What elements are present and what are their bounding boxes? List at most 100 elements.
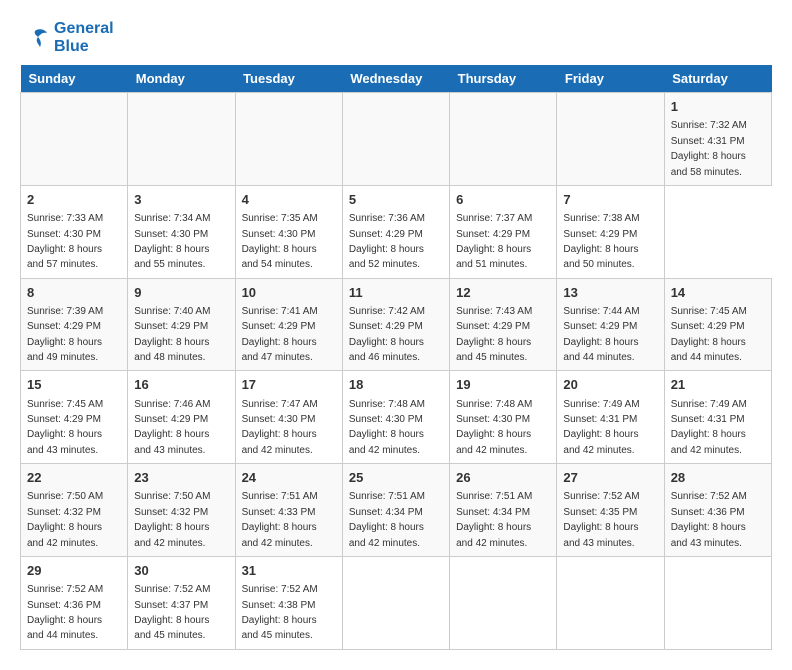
sunrise-info: Sunrise: 7:51 AM	[456, 491, 532, 502]
sunrise-info: Sunrise: 7:34 AM	[134, 213, 210, 224]
calendar-day-cell: 15Sunrise: 7:45 AMSunset: 4:29 PMDayligh…	[21, 371, 128, 464]
sunrise-info: Sunrise: 7:49 AM	[563, 399, 639, 410]
daylight-info: Daylight: 8 hours and 50 minutes.	[563, 244, 638, 270]
day-number: 12	[456, 284, 550, 302]
day-number: 1	[671, 98, 765, 116]
sunrise-info: Sunrise: 7:50 AM	[27, 491, 103, 502]
calendar-day-cell: 6Sunrise: 7:37 AMSunset: 4:29 PMDaylight…	[450, 185, 557, 278]
day-number: 5	[349, 191, 443, 209]
daylight-info: Daylight: 8 hours and 45 minutes.	[456, 337, 531, 363]
calendar-day-cell: 31Sunrise: 7:52 AMSunset: 4:38 PMDayligh…	[235, 556, 342, 649]
daylight-info: Daylight: 8 hours and 42 minutes.	[349, 522, 424, 548]
day-number: 3	[134, 191, 228, 209]
daylight-info: Daylight: 8 hours and 44 minutes.	[27, 615, 102, 641]
daylight-info: Daylight: 8 hours and 49 minutes.	[27, 337, 102, 363]
calendar-day-cell	[557, 556, 664, 649]
sunrise-info: Sunrise: 7:33 AM	[27, 213, 103, 224]
daylight-info: Daylight: 8 hours and 43 minutes.	[563, 522, 638, 548]
sunrise-info: Sunrise: 7:52 AM	[563, 491, 639, 502]
sunset-info: Sunset: 4:29 PM	[671, 321, 745, 332]
calendar-day-cell: 13Sunrise: 7:44 AMSunset: 4:29 PMDayligh…	[557, 278, 664, 371]
calendar-day-cell: 26Sunrise: 7:51 AMSunset: 4:34 PMDayligh…	[450, 464, 557, 557]
day-number: 14	[671, 284, 765, 302]
daylight-info: Daylight: 8 hours and 46 minutes.	[349, 337, 424, 363]
sunset-info: Sunset: 4:29 PM	[456, 321, 530, 332]
sunrise-info: Sunrise: 7:37 AM	[456, 213, 532, 224]
day-number: 20	[563, 376, 657, 394]
day-of-week-header: Friday	[557, 65, 664, 93]
sunset-info: Sunset: 4:29 PM	[563, 321, 637, 332]
sunset-info: Sunset: 4:31 PM	[671, 136, 745, 147]
daylight-info: Daylight: 8 hours and 58 minutes.	[671, 151, 746, 177]
sunset-info: Sunset: 4:29 PM	[242, 321, 316, 332]
day-number: 21	[671, 376, 765, 394]
sunset-info: Sunset: 4:34 PM	[349, 507, 423, 518]
sunrise-info: Sunrise: 7:52 AM	[27, 584, 103, 595]
sunrise-info: Sunrise: 7:43 AM	[456, 306, 532, 317]
day-number: 13	[563, 284, 657, 302]
logo-bird-icon	[20, 23, 50, 53]
day-of-week-header: Saturday	[664, 65, 771, 93]
daylight-info: Daylight: 8 hours and 42 minutes.	[242, 522, 317, 548]
sunrise-info: Sunrise: 7:46 AM	[134, 399, 210, 410]
sunset-info: Sunset: 4:35 PM	[563, 507, 637, 518]
sunset-info: Sunset: 4:29 PM	[27, 414, 101, 425]
sunrise-info: Sunrise: 7:32 AM	[671, 120, 747, 131]
calendar-day-cell: 30Sunrise: 7:52 AMSunset: 4:37 PMDayligh…	[128, 556, 235, 649]
calendar-day-cell: 25Sunrise: 7:51 AMSunset: 4:34 PMDayligh…	[342, 464, 449, 557]
sunset-info: Sunset: 4:32 PM	[134, 507, 208, 518]
logo-text-general: General	[54, 20, 114, 38]
calendar-day-cell: 3Sunrise: 7:34 AMSunset: 4:30 PMDaylight…	[128, 185, 235, 278]
day-number: 10	[242, 284, 336, 302]
calendar-day-cell: 7Sunrise: 7:38 AMSunset: 4:29 PMDaylight…	[557, 185, 664, 278]
daylight-info: Daylight: 8 hours and 48 minutes.	[134, 337, 209, 363]
empty-cell	[235, 93, 342, 186]
day-number: 26	[456, 469, 550, 487]
day-number: 29	[27, 562, 121, 580]
sunrise-info: Sunrise: 7:45 AM	[27, 399, 103, 410]
sunset-info: Sunset: 4:30 PM	[456, 414, 530, 425]
day-number: 2	[27, 191, 121, 209]
sunset-info: Sunset: 4:30 PM	[27, 229, 101, 240]
calendar-day-cell: 28Sunrise: 7:52 AMSunset: 4:36 PMDayligh…	[664, 464, 771, 557]
day-number: 9	[134, 284, 228, 302]
sunset-info: Sunset: 4:29 PM	[349, 229, 423, 240]
logo: General Blue	[20, 20, 114, 55]
daylight-info: Daylight: 8 hours and 42 minutes.	[242, 429, 317, 455]
calendar-day-cell: 21Sunrise: 7:49 AMSunset: 4:31 PMDayligh…	[664, 371, 771, 464]
sunset-info: Sunset: 4:29 PM	[563, 229, 637, 240]
day-number: 31	[242, 562, 336, 580]
calendar-day-cell: 10Sunrise: 7:41 AMSunset: 4:29 PMDayligh…	[235, 278, 342, 371]
calendar-week-row: 1 Sunrise: 7:32 AM Sunset: 4:31 PM Daylight…	[21, 93, 772, 186]
calendar-day-cell: 12 Sunrise: 7:43 AM Sunset: 4:29 PM Dayligh…	[450, 278, 557, 371]
empty-cell	[557, 93, 664, 186]
day-number: 22	[27, 469, 121, 487]
calendar-table: SundayMondayTuesdayWednesdayThursdayFrid…	[20, 65, 772, 650]
sunrise-info: Sunrise: 7:47 AM	[242, 399, 318, 410]
daylight-info: Daylight: 8 hours and 43 minutes.	[27, 429, 102, 455]
daylight-info: Daylight: 8 hours and 52 minutes.	[349, 244, 424, 270]
sunset-info: Sunset: 4:29 PM	[134, 414, 208, 425]
daylight-info: Daylight: 8 hours and 43 minutes.	[671, 522, 746, 548]
sunset-info: Sunset: 4:30 PM	[242, 229, 316, 240]
empty-cell	[342, 93, 449, 186]
sunset-info: Sunset: 4:34 PM	[456, 507, 530, 518]
empty-cell	[21, 93, 128, 186]
calendar-day-cell: 24Sunrise: 7:51 AMSunset: 4:33 PMDayligh…	[235, 464, 342, 557]
sunrise-info: Sunrise: 7:45 AM	[671, 306, 747, 317]
calendar-day-cell: 9Sunrise: 7:40 AMSunset: 4:29 PMDaylight…	[128, 278, 235, 371]
calendar-week-row: 2 Sunrise: 7:33 AM Sunset: 4:30 PM Daylight…	[21, 185, 772, 278]
day-number: 24	[242, 469, 336, 487]
calendar-day-cell: 22Sunrise: 7:50 AMSunset: 4:32 PMDayligh…	[21, 464, 128, 557]
sunset-info: Sunset: 4:31 PM	[563, 414, 637, 425]
calendar-day-cell: 5Sunrise: 7:36 AMSunset: 4:29 PMDaylight…	[342, 185, 449, 278]
calendar-day-cell: 18Sunrise: 7:48 AMSunset: 4:30 PMDayligh…	[342, 371, 449, 464]
calendar-day-cell: 27Sunrise: 7:52 AMSunset: 4:35 PMDayligh…	[557, 464, 664, 557]
sunset-info: Sunset: 4:36 PM	[27, 600, 101, 611]
daylight-info: Daylight: 8 hours and 45 minutes.	[134, 615, 209, 641]
daylight-info: Daylight: 8 hours and 44 minutes.	[563, 337, 638, 363]
sunset-info: Sunset: 4:31 PM	[671, 414, 745, 425]
empty-cell	[450, 93, 557, 186]
sunset-info: Sunset: 4:29 PM	[27, 321, 101, 332]
calendar-day-cell: 16Sunrise: 7:46 AMSunset: 4:29 PMDayligh…	[128, 371, 235, 464]
